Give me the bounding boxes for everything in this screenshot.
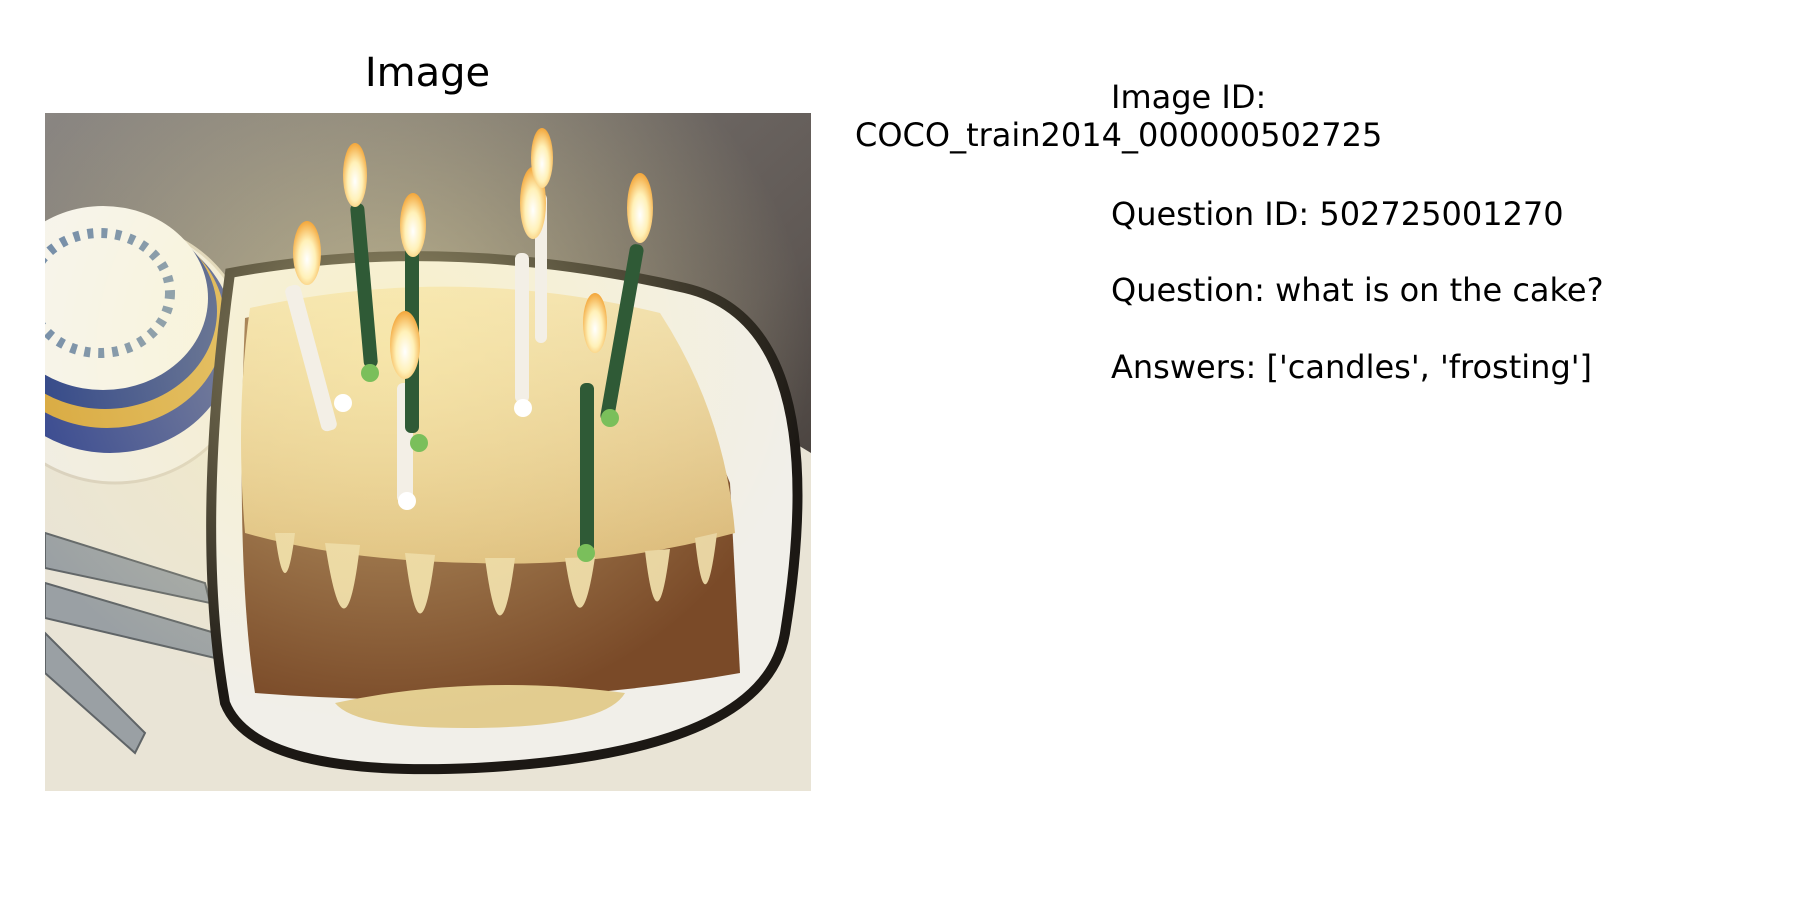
- image-id-label: Image ID:: [1111, 78, 1267, 116]
- question-id: Question ID: 502725001270: [1111, 195, 1564, 233]
- answers-text: Answers: ['candles', 'frosting']: [1111, 348, 1593, 386]
- image-panel-title: Image: [364, 50, 491, 96]
- cake-photo: [45, 113, 811, 791]
- image-id-value: COCO_train2014_000000502725: [855, 116, 1383, 154]
- question-text: Question: what is on the cake?: [1111, 271, 1604, 309]
